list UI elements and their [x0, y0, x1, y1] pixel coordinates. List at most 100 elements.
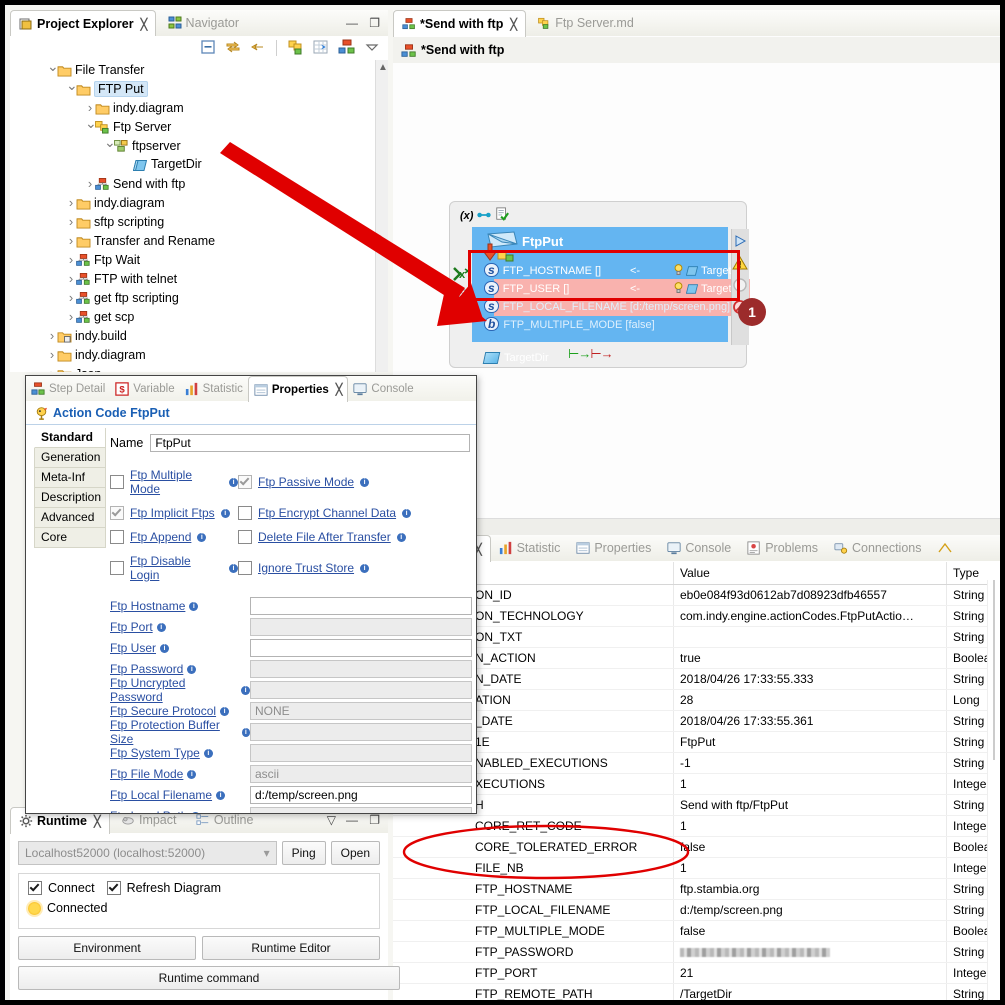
side-tab-advanced[interactable]: Advanced: [34, 508, 106, 528]
chevron-right-icon[interactable]: [66, 193, 76, 214]
side-tab-description[interactable]: Description: [34, 488, 106, 508]
maximize-button[interactable]: ❐: [369, 16, 380, 30]
table-row[interactable]: NABLED_EXECUTIONS-1String: [393, 753, 1000, 774]
link-with-editor-icon[interactable]: [222, 38, 242, 58]
tab-navigator[interactable]: Navigator: [160, 10, 248, 36]
field-input-ftp-protection-buffer-size[interactable]: [250, 723, 472, 741]
field-input-ftp-secure-protocol[interactable]: NONE: [250, 702, 472, 720]
field-input-ftp-local-path[interactable]: [250, 807, 472, 814]
info-icon[interactable]: i: [241, 686, 250, 695]
table-row[interactable]: _DATE2018/04/26 17:33:55.361String: [393, 711, 1000, 732]
tab-variable[interactable]: $Variable: [110, 376, 179, 401]
info-icon[interactable]: i: [189, 602, 198, 611]
field-label[interactable]: Ftp Hostname: [110, 599, 185, 613]
chevron-right-icon[interactable]: [66, 231, 76, 252]
node-footer-item[interactable]: TargetDir: [484, 352, 549, 364]
close-icon[interactable]: ╳: [141, 18, 148, 31]
node-attribute-row[interactable]: sFTP_LOCAL_FILENAME [d:/temp/screen.png]: [484, 299, 730, 316]
info-icon[interactable]: i: [187, 770, 196, 779]
table-row[interactable]: 1EFtpPutString: [393, 732, 1000, 753]
tree-item[interactable]: FTP with telnet: [10, 269, 376, 288]
side-tab-generation[interactable]: Generation: [34, 448, 106, 468]
table-row[interactable]: FTP_PORT21Integer: [393, 963, 1000, 984]
runtime-command-button[interactable]: Runtime command: [18, 966, 400, 990]
chevron-right-icon[interactable]: [47, 345, 57, 366]
new-mapping-icon[interactable]: [310, 38, 330, 58]
table-row[interactable]: XECUTIONS1Integer: [393, 774, 1000, 795]
field-input-ftp-password[interactable]: [250, 660, 472, 678]
info-icon[interactable]: i: [397, 533, 406, 542]
view-menu-icon[interactable]: [361, 38, 381, 58]
tab-console[interactable]: Console: [659, 535, 739, 561]
field-label[interactable]: Ftp System Type: [110, 746, 200, 760]
info-icon[interactable]: i: [402, 509, 411, 518]
tree-item[interactable]: indy.diagram: [10, 193, 376, 212]
checkbox-ftp-passive-mode[interactable]: Ftp Passive Modei: [238, 468, 476, 496]
diagram-canvas[interactable]: (x): [393, 63, 1000, 519]
field-input-ftp-port[interactable]: [250, 618, 472, 636]
table-row[interactable]: ON_TECHNOLOGYcom.indy.engine.actionCodes…: [393, 606, 1000, 627]
checkbox-label[interactable]: Ftp Encrypt Channel Data: [258, 506, 396, 520]
chevron-right-icon[interactable]: [47, 326, 57, 347]
field-label[interactable]: Ftp Protection Buffer Size: [110, 718, 238, 746]
runtime-editor-button[interactable]: Runtime Editor: [202, 936, 380, 960]
checkbox-ignore-trust-store[interactable]: Ignore Trust Storei: [238, 554, 476, 582]
tab-connections[interactable]: Connections: [826, 535, 930, 561]
tab-send-with-ftp[interactable]: *Send with ftp ╳: [393, 10, 526, 37]
table-row[interactable]: FTP_REMOTE_PATH/TargetDirString: [393, 984, 1000, 1001]
table-row[interactable]: ON_TXTString: [393, 627, 1000, 648]
minimize-button[interactable]: —: [346, 813, 358, 827]
checkbox-label[interactable]: Ftp Multiple Mode: [130, 468, 223, 496]
properties-floating-window[interactable]: Step Detail$VariableStatisticProperties╳…: [25, 375, 477, 814]
side-tab-standard[interactable]: Standard: [34, 428, 106, 448]
checkbox-label[interactable]: Ignore Trust Store: [258, 561, 354, 575]
field-label[interactable]: Ftp Local Path: [110, 809, 187, 814]
checkbox-box[interactable]: [238, 506, 252, 520]
info-icon[interactable]: i: [229, 564, 238, 573]
checkbox-box[interactable]: [238, 530, 252, 544]
field-label[interactable]: Ftp Local Filename: [110, 788, 212, 802]
checkbox-label[interactable]: Ftp Disable Login: [130, 554, 223, 582]
chevron-right-icon[interactable]: [66, 288, 76, 309]
table-row[interactable]: ATION28Long: [393, 690, 1000, 711]
tree-item[interactable]: indy.build: [10, 326, 376, 345]
info-icon[interactable]: i: [216, 791, 225, 800]
ping-button[interactable]: Ping: [282, 841, 326, 865]
tab-statistic[interactable]: Statistic: [491, 535, 569, 561]
table-row[interactable]: N_DATE2018/04/26 17:33:55.333String: [393, 669, 1000, 690]
chevron-right-icon[interactable]: [85, 174, 95, 195]
play-icon[interactable]: [732, 233, 748, 249]
info-icon[interactable]: i: [242, 728, 250, 737]
chevron-right-icon[interactable]: [47, 364, 57, 372]
field-label[interactable]: Ftp User: [110, 641, 156, 655]
info-icon[interactable]: i: [197, 533, 206, 542]
collapse-all-icon[interactable]: [197, 38, 217, 58]
tab-ftp-server-md[interactable]: Ftp Server.md: [529, 10, 642, 36]
tab-problems[interactable]: Problems: [739, 535, 826, 561]
scroll-up-icon[interactable]: ▲: [378, 62, 388, 73]
field-input-ftp-uncrypted-password[interactable]: [250, 681, 472, 699]
tree-item[interactable]: Send with ftp: [10, 174, 376, 193]
tab-overflow-icon[interactable]: [930, 535, 960, 561]
tree-item[interactable]: get scp: [10, 307, 376, 326]
checkbox-label[interactable]: Ftp Implicit Ftps: [130, 506, 215, 520]
tab-step-detail[interactable]: Step Detail: [26, 376, 110, 401]
info-icon[interactable]: i: [220, 707, 229, 716]
back-icon[interactable]: [247, 38, 267, 58]
table-row[interactable]: FTP_LOCAL_FILENAMEd:/temp/screen.pngStri…: [393, 900, 1000, 921]
side-tab-meta-inf[interactable]: Meta-Inf: [34, 468, 106, 488]
close-icon[interactable]: ╳: [94, 815, 101, 828]
variable-table[interactable]: Name Value Type ON_IDeb0e084f93d0612ab7d…: [393, 562, 1000, 1000]
close-icon[interactable]: ╳: [510, 18, 517, 31]
tree-item[interactable]: Json: [10, 364, 376, 372]
tab-properties[interactable]: Properties╳: [248, 376, 349, 402]
side-tab-core[interactable]: Core: [34, 528, 106, 548]
tab-statistic[interactable]: Statistic: [180, 376, 248, 401]
chevron-down-icon[interactable]: [47, 60, 57, 81]
info-icon[interactable]: i: [187, 665, 196, 674]
table-row[interactable]: FTP_PASSWORDString: [393, 942, 1000, 963]
tree-item[interactable]: ftpserver: [10, 136, 376, 155]
variable-table-scrollbar[interactable]: [987, 580, 1000, 1000]
checkbox-box[interactable]: [238, 475, 252, 489]
checkbox-box[interactable]: [110, 530, 124, 544]
